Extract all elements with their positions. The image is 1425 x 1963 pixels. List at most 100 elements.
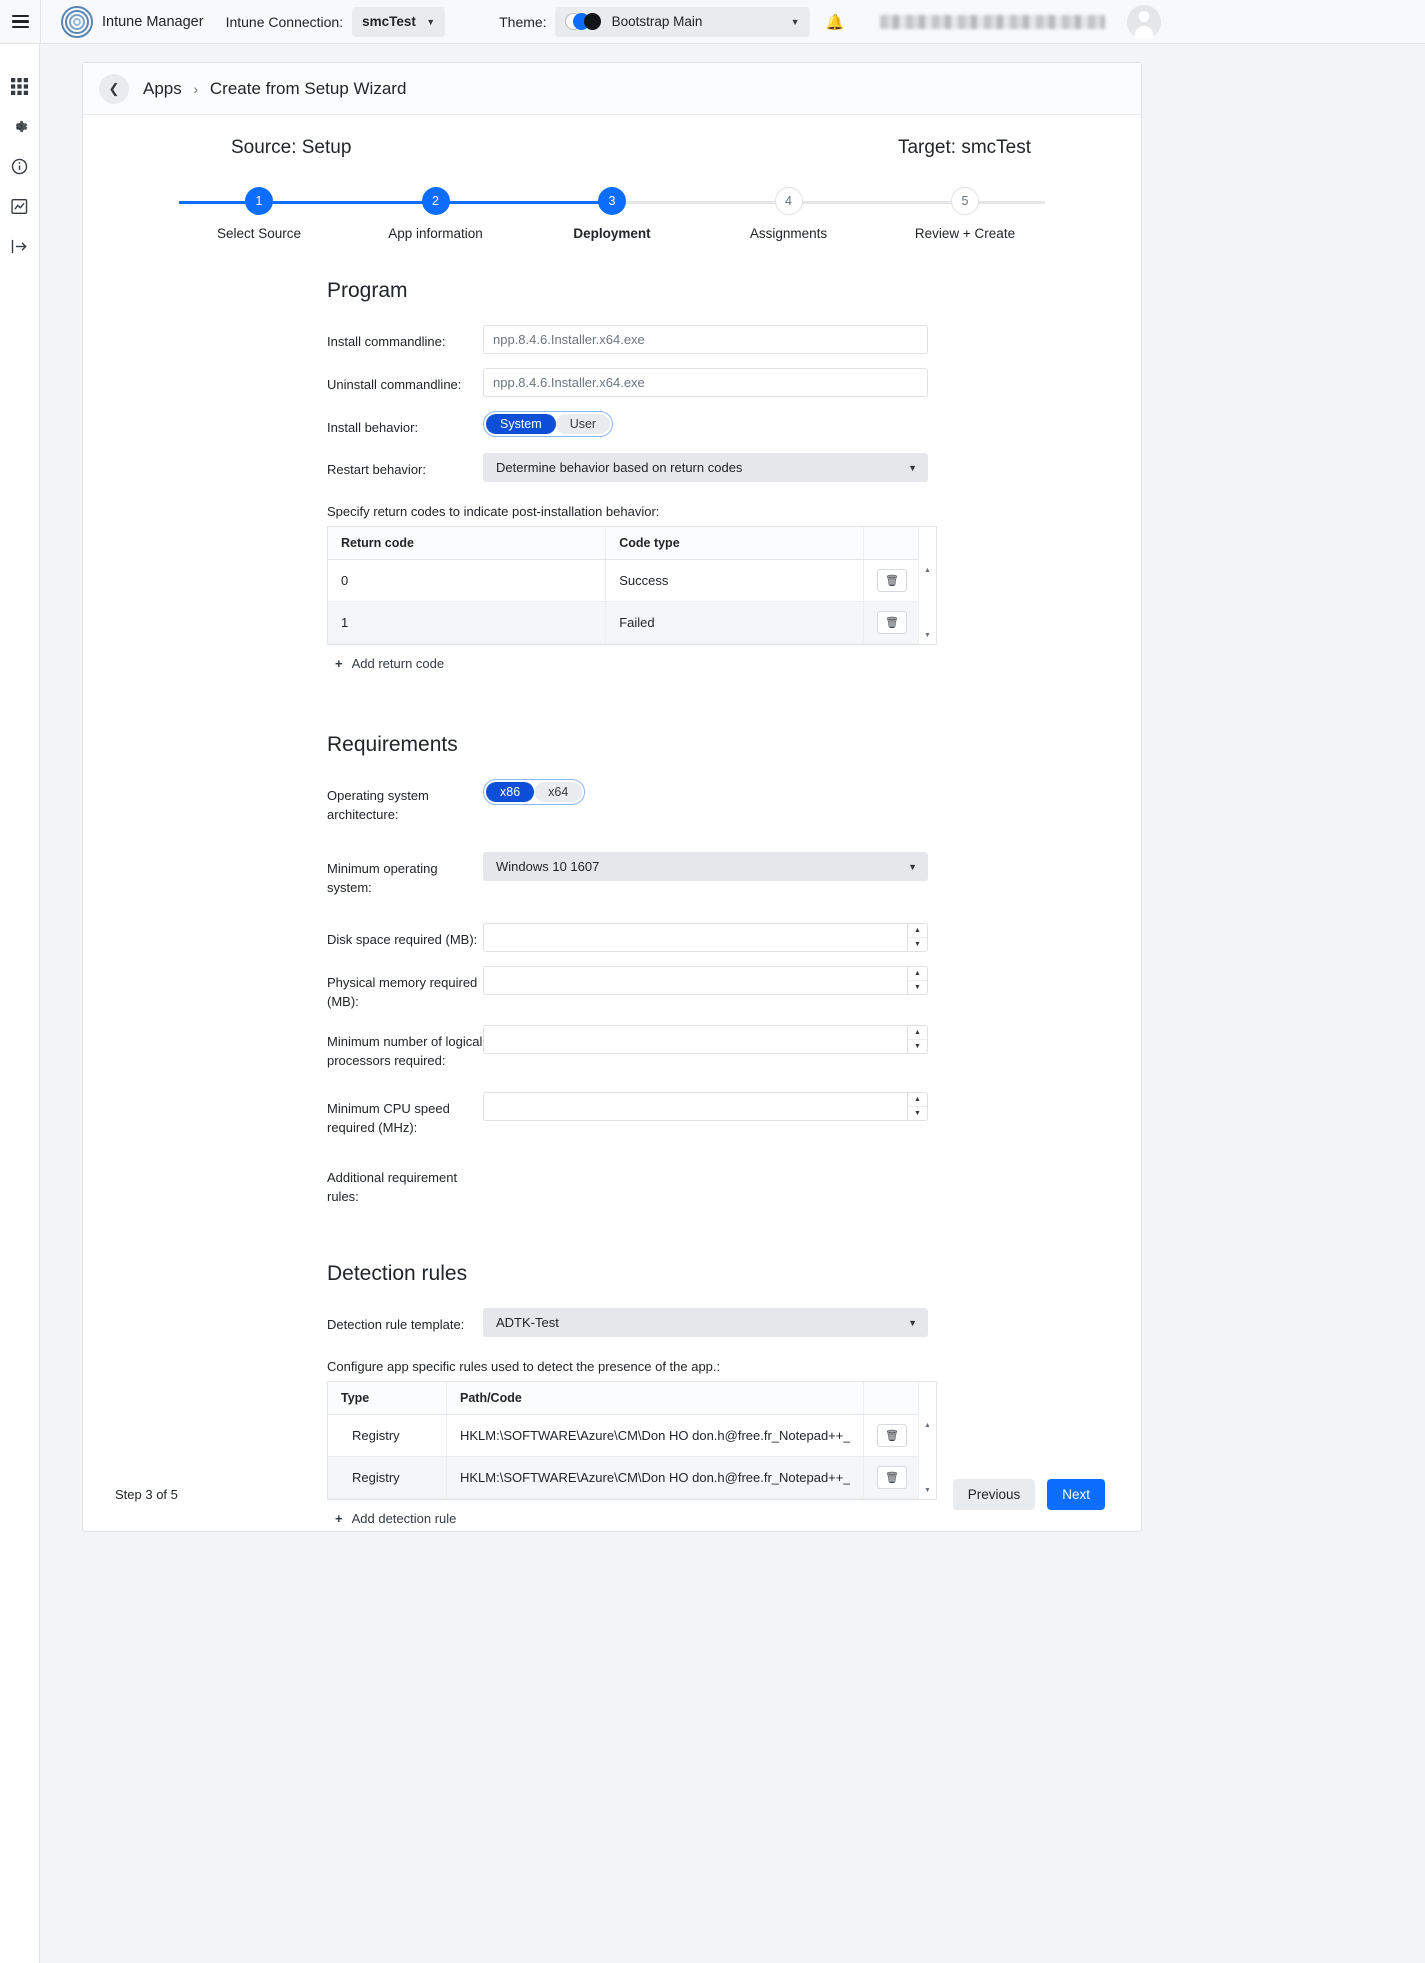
wizard-step-1[interactable]: 1 Select Source xyxy=(179,187,339,241)
spinner-up-icon[interactable]: ▲ xyxy=(908,967,927,981)
sidebar-item-apps[interactable] xyxy=(0,66,39,106)
step-label: Select Source xyxy=(216,226,302,241)
logical-processors-label: Minimum number of logical processors req… xyxy=(327,1034,483,1068)
table-scrollbar[interactable]: ▲ ▼ xyxy=(918,527,936,644)
spinner-up-icon[interactable]: ▲ xyxy=(908,924,927,938)
theme-label: Theme: xyxy=(499,13,547,30)
wizard-footer: Step 3 of 5 Previous Next xyxy=(83,1457,1143,1531)
step-bubble: 1 xyxy=(245,187,273,215)
wizard-step-4[interactable]: 4 Assignments xyxy=(709,187,869,241)
add-return-code-label: Add return code xyxy=(351,656,445,671)
user-name-redacted xyxy=(880,14,1106,29)
os-architecture-row: Operating system architecture: x86 x64 xyxy=(83,779,1141,824)
restart-behavior-label: Restart behavior: xyxy=(327,462,426,477)
detection-template-row: Detection rule template: ADTK-Test ▼ xyxy=(83,1308,1141,1337)
chevron-down-icon: ▼ xyxy=(908,1317,917,1328)
grid-apps-icon xyxy=(11,77,28,95)
column-actions xyxy=(862,527,920,560)
avatar[interactable] xyxy=(1127,4,1162,39)
left-nav-rail xyxy=(0,44,40,1963)
wizard-stepper: 1 Select Source 2 App information 3 Depl… xyxy=(179,187,1045,245)
hamburger-icon[interactable] xyxy=(0,0,40,44)
scroll-down-icon[interactable]: ▼ xyxy=(919,628,936,642)
code-type-value: Success xyxy=(605,559,864,602)
cpu-speed-input[interactable] xyxy=(483,1092,928,1121)
table-header-row: Type Path/Code xyxy=(328,1382,920,1415)
chevron-left-icon: ❮ xyxy=(108,80,120,96)
plus-icon: + xyxy=(335,656,343,671)
install-behavior-toggle[interactable]: System User xyxy=(483,411,614,437)
disk-space-input[interactable] xyxy=(483,923,928,952)
logical-processors-input[interactable] xyxy=(483,1025,928,1054)
install-behavior-option-user[interactable]: User xyxy=(555,414,611,434)
row-actions: 🗑 xyxy=(863,1414,920,1457)
spinner-down-icon[interactable]: ▼ xyxy=(908,1040,927,1053)
spinner-down-icon[interactable]: ▼ xyxy=(908,1107,927,1120)
spinner-down-icon[interactable]: ▼ xyxy=(908,938,927,951)
physical-memory-input[interactable] xyxy=(483,966,928,995)
add-return-code-button[interactable]: + Add return code xyxy=(335,656,1141,671)
bell-icon[interactable]: 🔔 xyxy=(826,13,845,31)
column-return-code: Return code xyxy=(328,527,606,560)
minimum-os-select[interactable]: Windows 10 1607 ▼ xyxy=(483,852,928,881)
disk-space-label: Disk space required (MB): xyxy=(327,932,478,947)
connection-label: Intune Connection: xyxy=(225,13,344,30)
scroll-up-icon[interactable]: ▲ xyxy=(919,563,936,577)
target-label: Target: smcTest xyxy=(897,137,1031,158)
column-actions xyxy=(863,1382,920,1415)
wizard-step-2[interactable]: 2 App information xyxy=(356,187,516,241)
brand: Intune Manager xyxy=(61,5,204,38)
previous-button[interactable]: Previous xyxy=(952,1478,1036,1510)
gear-settings-icon xyxy=(15,120,28,132)
detection-template-select[interactable]: ADTK-Test ▼ xyxy=(483,1308,928,1337)
sidebar-item-reports[interactable] xyxy=(0,186,39,226)
install-behavior-label: Install behavior: xyxy=(327,420,419,435)
logical-processors-row: Minimum number of logical processors req… xyxy=(83,1025,1141,1070)
cpu-speed-label: Minimum CPU speed required (MHz): xyxy=(327,1101,450,1135)
chart-reports-icon xyxy=(11,198,28,214)
source-target-row: Source: Setup Target: smcTest xyxy=(83,115,1141,159)
install-commandline-row: Install commandline: xyxy=(83,325,1141,354)
chevron-down-icon: ▼ xyxy=(426,16,436,27)
install-behavior-row: Install behavior: System User xyxy=(83,411,1141,437)
spinner-buttons[interactable]: ▲ ▼ xyxy=(907,1093,927,1120)
spinner-up-icon[interactable]: ▲ xyxy=(908,1093,927,1107)
chevron-down-icon: ▼ xyxy=(908,462,917,473)
trash-icon[interactable]: 🗑 xyxy=(876,569,907,592)
spinner-buttons[interactable]: ▲ ▼ xyxy=(907,1026,927,1053)
spinner-down-icon[interactable]: ▼ xyxy=(908,981,927,994)
sidebar-item-settings[interactable] xyxy=(0,106,39,146)
uninstall-commandline-input[interactable] xyxy=(483,368,928,397)
trash-icon[interactable]: 🗑 xyxy=(876,611,907,634)
connection-select[interactable]: smcTest ▼ xyxy=(352,6,446,37)
back-button[interactable]: ❮ xyxy=(99,73,129,104)
physical-memory-label: Physical memory required (MB): xyxy=(327,975,478,1009)
os-architecture-option-x86[interactable]: x86 xyxy=(486,782,535,802)
install-behavior-option-system[interactable]: System xyxy=(486,414,556,434)
next-button[interactable]: Next xyxy=(1047,1478,1105,1510)
restart-behavior-row: Restart behavior: Determine behavior bas… xyxy=(83,453,1141,482)
spinner-buttons[interactable]: ▲ ▼ xyxy=(907,924,927,951)
trash-icon[interactable]: 🗑 xyxy=(877,1424,907,1447)
wizard-step-3[interactable]: 3 Deployment xyxy=(532,187,692,241)
detection-template-value: ADTK-Test xyxy=(496,1315,559,1330)
physical-memory-stepper: ▲ ▼ xyxy=(483,966,928,995)
os-architecture-toggle[interactable]: x86 x64 xyxy=(483,779,586,805)
row-actions: 🗑 xyxy=(862,559,920,602)
restart-behavior-select[interactable]: Determine behavior based on return codes… xyxy=(483,453,928,482)
spinner-up-icon[interactable]: ▲ xyxy=(908,1026,927,1040)
scroll-up-icon[interactable]: ▲ xyxy=(919,1418,936,1432)
step-label: Assignments xyxy=(749,226,828,241)
return-codes-table: Return code Code type 0 Success 🗑 1 Fail… xyxy=(328,527,920,644)
sidebar-item-logout[interactable] xyxy=(0,226,39,266)
breadcrumb-bar: ❮ Apps › Create from Setup Wizard xyxy=(83,63,1141,115)
breadcrumb-apps-link[interactable]: Apps xyxy=(143,79,182,98)
brand-title: Intune Manager xyxy=(102,13,204,30)
source-label: Source: Setup xyxy=(231,137,352,158)
wizard-step-5[interactable]: 5 Review + Create xyxy=(885,187,1045,241)
install-commandline-input[interactable] xyxy=(483,325,928,354)
spinner-buttons[interactable]: ▲ ▼ xyxy=(907,967,927,994)
sidebar-item-info[interactable] xyxy=(0,146,39,186)
os-architecture-option-x64[interactable]: x64 xyxy=(534,782,583,802)
theme-select[interactable]: Bootstrap Main ▼ xyxy=(554,6,810,37)
